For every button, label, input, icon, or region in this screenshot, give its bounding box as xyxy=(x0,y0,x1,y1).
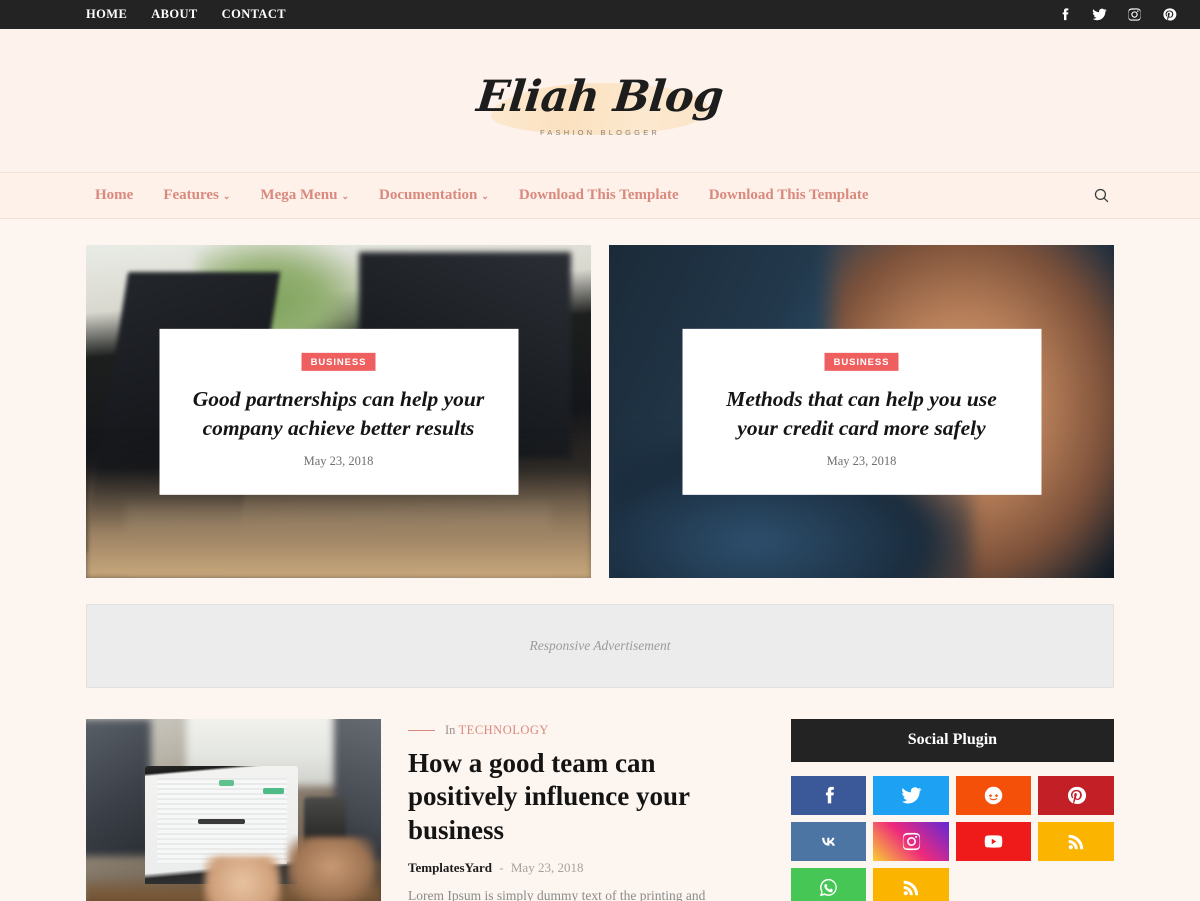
logo-title: Eliah Blog xyxy=(474,71,726,122)
instagram-icon[interactable] xyxy=(1127,7,1142,22)
featured-post-date: May 23, 2018 xyxy=(303,453,374,468)
post-image xyxy=(86,719,381,901)
nav-item-label: Home xyxy=(95,187,134,203)
post-meta: TemplatesYard - May 23, 2018 xyxy=(408,860,763,876)
social-plugin-widget-title: Social Plugin xyxy=(790,719,1114,762)
rss-icon xyxy=(1068,834,1083,850)
social-button-vk[interactable] xyxy=(790,822,867,861)
nav-item-home[interactable]: Home xyxy=(86,187,148,204)
featured-post-overlay-2: BUSINESS Methods that can help you use y… xyxy=(682,328,1041,495)
nav-item-label: Features xyxy=(163,187,219,203)
social-button-rss-2[interactable] xyxy=(873,868,949,901)
site-header: Eliah Blog FASHION BLOGGER xyxy=(0,29,1200,172)
social-button-facebook[interactable] xyxy=(790,776,867,815)
meta-separator: - xyxy=(499,860,504,876)
main-content: In TECHNOLOGY How a good team can positi… xyxy=(0,688,1200,901)
featured-post-card-2[interactable]: BUSINESS Methods that can help you use y… xyxy=(609,245,1114,578)
instagram-icon xyxy=(902,832,920,851)
photo-detail xyxy=(218,779,234,786)
photo-detail xyxy=(126,498,551,572)
featured-post-overlay-1: BUSINESS Good partnerships can help your… xyxy=(159,328,518,495)
top-bar-social-links xyxy=(1057,7,1177,22)
post-category-name[interactable]: TECHNOLOGY xyxy=(459,723,549,737)
search-icon[interactable] xyxy=(1089,183,1114,208)
site-logo[interactable]: Eliah Blog FASHION BLOGGER xyxy=(474,65,726,137)
topbar-link-home[interactable]: HOME xyxy=(86,7,127,22)
main-navigation-items: Home Features ⌄ Mega Menu ⌄ Documentatio… xyxy=(86,187,883,204)
status-badge[interactable]: BUSINESS xyxy=(824,352,899,371)
social-button-twitter[interactable] xyxy=(873,776,949,815)
post-date: May 23, 2018 xyxy=(510,860,584,876)
rss-icon xyxy=(903,880,918,896)
pinterest-icon[interactable] xyxy=(1162,7,1177,22)
twitter-icon[interactable] xyxy=(1092,7,1107,22)
advertisement-section: Responsive Advertisement xyxy=(0,578,1200,688)
post-body: In TECHNOLOGY How a good team can positi… xyxy=(408,719,763,901)
social-button-instagram[interactable] xyxy=(873,822,949,861)
main-navigation: Home Features ⌄ Mega Menu ⌄ Documentatio… xyxy=(0,172,1200,219)
social-button-rss-1[interactable] xyxy=(1038,822,1114,861)
topbar-link-contact[interactable]: CONTACT xyxy=(222,7,286,22)
nav-item-label: Download This Template xyxy=(518,187,679,203)
nav-item-download-this-template-1[interactable]: Download This Template xyxy=(504,187,694,204)
post-thumbnail[interactable] xyxy=(86,719,381,901)
topbar-link-about[interactable]: ABOUT xyxy=(151,7,197,22)
chevron-down-icon: ⌄ xyxy=(481,191,489,201)
facebook-icon xyxy=(826,786,834,804)
youtube-icon xyxy=(984,835,1003,848)
photo-detail xyxy=(263,787,284,795)
advertisement-label: Responsive Advertisement xyxy=(529,638,671,653)
featured-post-card-1[interactable]: BUSINESS Good partnerships can help your… xyxy=(86,245,591,578)
chevron-down-icon: ⌄ xyxy=(341,191,350,201)
featured-posts: BUSINESS Good partnerships can help your… xyxy=(0,219,1200,578)
social-button-youtube[interactable] xyxy=(955,822,1032,861)
post-category-row: In TECHNOLOGY xyxy=(408,723,763,738)
nav-item-documentation[interactable]: Documentation ⌄ xyxy=(364,187,504,204)
social-button-reddit[interactable] xyxy=(955,776,1032,815)
twitter-icon xyxy=(901,787,922,804)
nav-item-label: Download This Template xyxy=(708,187,869,203)
nav-item-features[interactable]: Features ⌄ xyxy=(148,187,245,204)
post-list: In TECHNOLOGY How a good team can positi… xyxy=(86,719,763,901)
vk-icon xyxy=(822,837,835,846)
post-category: In TECHNOLOGY xyxy=(445,723,549,738)
facebook-icon[interactable] xyxy=(1057,7,1072,22)
social-plugin-grid xyxy=(790,776,1114,901)
featured-post-title[interactable]: Good partnerships can help your company … xyxy=(183,384,494,443)
pinterest-icon xyxy=(1067,786,1086,805)
post-category-prefix: In xyxy=(445,723,456,737)
photo-detail xyxy=(204,856,281,901)
nav-item-download-this-template-2[interactable]: Download This Template xyxy=(694,187,884,204)
post-excerpt: Lorem Ipsum is simply dummy text of the … xyxy=(408,888,706,901)
photo-detail xyxy=(86,719,151,857)
nav-item-label: Mega Menu xyxy=(260,187,338,203)
logo-subtitle: FASHION BLOGGER xyxy=(539,127,661,137)
nav-item-mega-menu[interactable]: Mega Menu ⌄ xyxy=(245,187,364,204)
post-title[interactable]: How a good team can positively influence… xyxy=(408,747,763,847)
featured-post-title[interactable]: Methods that can help you use your credi… xyxy=(706,384,1017,443)
status-badge[interactable]: BUSINESS xyxy=(301,352,376,371)
photo-detail xyxy=(286,836,376,901)
social-button-pinterest[interactable] xyxy=(1038,776,1114,815)
chevron-down-icon: ⌄ xyxy=(222,191,231,201)
nav-item-label: Documentation xyxy=(379,187,478,203)
top-bar-nav: HOME ABOUT CONTACT xyxy=(86,7,286,22)
social-button-whatsapp[interactable] xyxy=(790,868,867,901)
whatsapp-icon xyxy=(820,878,837,897)
reddit-icon xyxy=(984,786,1003,805)
featured-post-date: May 23, 2018 xyxy=(826,453,897,468)
post-author[interactable]: TemplatesYard xyxy=(408,860,492,875)
advertisement-box[interactable]: Responsive Advertisement xyxy=(86,604,1114,688)
photo-detail xyxy=(198,818,246,824)
top-bar: HOME ABOUT CONTACT xyxy=(0,0,1200,29)
category-rule xyxy=(408,729,435,732)
sidebar: Social Plugin xyxy=(790,719,1114,901)
